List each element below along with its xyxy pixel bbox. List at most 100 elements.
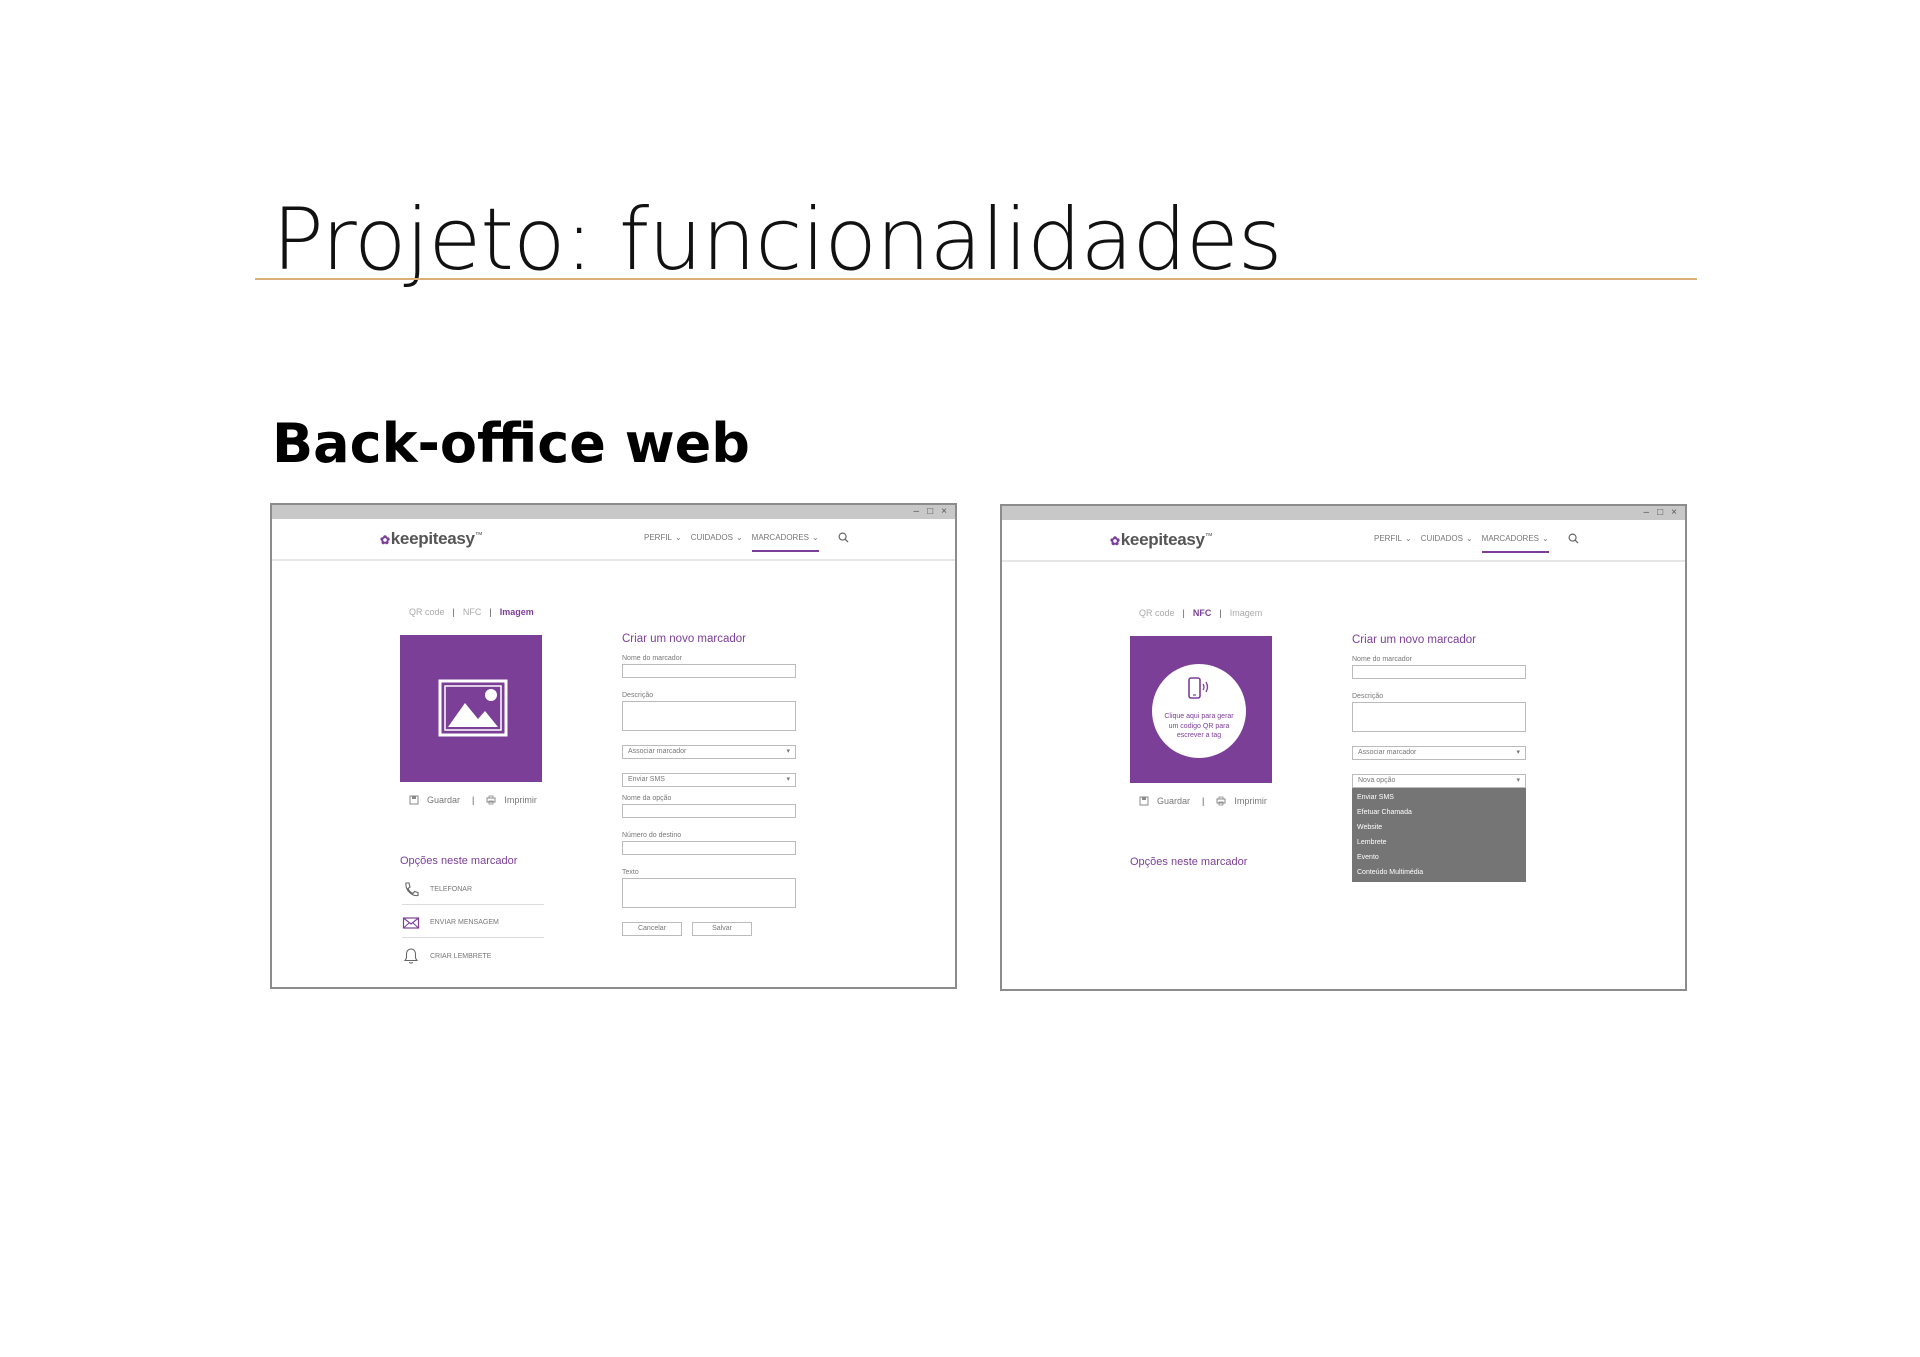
main-menu: PERFIL ⌄ CUIDADOS ⌄ MARCADORES ⌄	[1374, 534, 1549, 553]
close-icon[interactable]: ×	[1671, 506, 1677, 520]
tab-separator: |	[452, 607, 455, 617]
save-button[interactable]: Guardar	[427, 795, 460, 805]
backoffice-window-image: – □ × ✿keepiteasy™ PERFIL ⌄ CUIDADOS ⌄ MAR…	[270, 503, 957, 989]
marker-name-input[interactable]	[622, 664, 796, 678]
image-icon	[438, 679, 508, 737]
text-label: Texto	[622, 869, 639, 876]
marker-type-tabs: QR code | NFC | Imagem	[409, 607, 534, 617]
leaf-icon: ✿	[380, 533, 390, 547]
image-upload-area[interactable]	[400, 635, 542, 782]
maximize-icon[interactable]: □	[1657, 506, 1663, 520]
main-menu: PERFIL ⌄ CUIDADOS ⌄ MARCADORES ⌄	[644, 533, 819, 552]
mail-icon	[402, 916, 420, 929]
print-icon	[486, 795, 496, 805]
options-title: Opções neste marcador	[1130, 856, 1248, 868]
dropdown-option-enviar-sms[interactable]: Enviar SMS	[1352, 790, 1526, 805]
top-navbar: ✿keepiteasy™ PERFIL ⌄ CUIDADOS ⌄ MARCADORE…	[1002, 520, 1685, 562]
name-label: Nome do marcador	[622, 655, 682, 662]
chevron-down-icon: ⌄	[735, 533, 743, 542]
create-marker-form: Criar um novo marcador Nome do marcador …	[622, 633, 802, 936]
nav-item-perfil[interactable]: PERFIL ⌄	[644, 533, 682, 552]
save-icon	[1139, 796, 1149, 806]
window-titlebar: – □ ×	[272, 505, 955, 519]
chevron-down-icon: ▾	[786, 748, 790, 755]
slide-subtitle: Back-office web	[272, 412, 750, 475]
description-input[interactable]	[1352, 702, 1526, 732]
nav-item-cuidados[interactable]: CUIDADOS ⌄	[691, 533, 743, 552]
dropdown-option-efetuar-chamada[interactable]: Efetuar Chamada	[1352, 805, 1526, 820]
marker-name-input[interactable]	[1352, 665, 1526, 679]
tab-qr-code[interactable]: QR code	[1139, 608, 1175, 618]
chevron-down-icon: ▾	[1516, 749, 1520, 756]
tab-imagem[interactable]: Imagem	[500, 607, 534, 617]
action-separator: |	[1202, 796, 1205, 806]
chevron-down-icon: ⌄	[1405, 534, 1412, 543]
save-marker-button[interactable]: Salvar	[692, 922, 752, 936]
description-label: Descrição	[622, 692, 654, 699]
message-text-input[interactable]	[622, 878, 796, 908]
marker-type-tabs: QR code | NFC | Imagem	[1139, 608, 1262, 618]
search-icon[interactable]	[838, 532, 849, 543]
action-type-select[interactable]: Enviar SMS ▾	[622, 773, 796, 787]
window-titlebar: – □ ×	[1002, 506, 1685, 520]
chevron-down-icon: ▾	[1516, 777, 1520, 784]
option-enviar-mensagem[interactable]: ENVIAR MENSAGEM	[402, 908, 544, 938]
save-icon	[409, 795, 419, 805]
description-input[interactable]	[622, 701, 796, 731]
print-button[interactable]: Imprimir	[504, 795, 537, 805]
dropdown-option-evento[interactable]: Evento	[1352, 850, 1526, 865]
create-marker-form: Criar um novo marcador Nome do marcador …	[1352, 634, 1532, 882]
destination-label: Número do destino	[622, 832, 682, 839]
title-divider	[255, 278, 1697, 280]
cancel-button[interactable]: Cancelar	[622, 922, 682, 936]
nfc-generate-button[interactable]: Clique aqui para gerar um codigo QR para…	[1152, 664, 1246, 758]
nav-item-cuidados[interactable]: CUIDADOS ⌄	[1421, 534, 1473, 553]
bell-icon	[404, 948, 418, 964]
chevron-down-icon: ▾	[786, 776, 790, 783]
print-button[interactable]: Imprimir	[1234, 796, 1267, 806]
close-icon[interactable]: ×	[941, 505, 947, 519]
form-title: Criar um novo marcador	[1352, 634, 1476, 646]
app-logo[interactable]: ✿keepiteasy™	[1110, 530, 1213, 550]
nfc-phone-icon	[1188, 677, 1209, 699]
nfc-prompt-text: Clique aqui para gerar um codigo QR para…	[1164, 713, 1234, 739]
nav-item-marcadores[interactable]: MARCADORES ⌄	[751, 533, 819, 552]
option-criar-lembrete[interactable]: CRIAR LEMBRETE	[402, 941, 544, 971]
chevron-down-icon: ⌄	[675, 533, 682, 542]
new-option-select[interactable]: Nova opção ▾	[1352, 774, 1526, 788]
dropdown-menu: Enviar SMS Efetuar Chamada Website Lembr…	[1352, 788, 1526, 882]
top-navbar: ✿keepiteasy™ PERFIL ⌄ CUIDADOS ⌄ MARCADORE…	[272, 519, 955, 561]
slide-title: Projeto: funcionalidades	[272, 190, 1283, 290]
tab-nfc[interactable]: NFC	[1193, 608, 1212, 618]
associate-marker-select[interactable]: Associar marcador ▾	[1352, 746, 1526, 760]
search-icon[interactable]	[1568, 533, 1579, 544]
name-label: Nome do marcador	[1352, 656, 1412, 663]
phone-icon	[405, 881, 419, 896]
chevron-down-icon: ⌄	[1542, 534, 1549, 543]
preview-actions: Guardar | Imprimir	[409, 795, 537, 805]
minimize-icon[interactable]: –	[914, 505, 920, 519]
nav-item-marcadores[interactable]: MARCADORES ⌄	[1481, 534, 1549, 553]
nav-item-perfil[interactable]: PERFIL ⌄	[1374, 534, 1412, 553]
action-separator: |	[472, 795, 475, 805]
dropdown-option-website[interactable]: Website	[1352, 820, 1526, 835]
option-telefonar[interactable]: TELEFONAR	[402, 875, 544, 905]
tab-nfc[interactable]: NFC	[463, 607, 482, 617]
chevron-down-icon: ⌄	[1465, 534, 1473, 543]
tab-qr-code[interactable]: QR code	[409, 607, 445, 617]
save-button[interactable]: Guardar	[1157, 796, 1190, 806]
dropdown-option-conteudo-multimedia[interactable]: Conteúdo Multimédia	[1352, 865, 1526, 880]
option-name-label: Nome da opção	[622, 795, 672, 802]
leaf-icon: ✿	[1110, 534, 1120, 548]
dropdown-option-lembrete[interactable]: Lembrete	[1352, 835, 1526, 850]
app-logo[interactable]: ✿keepiteasy™	[380, 529, 483, 549]
maximize-icon[interactable]: □	[927, 505, 933, 519]
tab-imagem[interactable]: Imagem	[1230, 608, 1263, 618]
option-name-input[interactable]	[622, 804, 796, 818]
minimize-icon[interactable]: –	[1644, 506, 1650, 520]
tab-separator: |	[1182, 608, 1185, 618]
destination-number-input[interactable]	[622, 841, 796, 855]
new-option-dropdown: Nova opção ▾ Enviar SMS Efetuar Chamada W…	[1352, 774, 1526, 882]
associate-marker-select[interactable]: Associar marcador ▾	[622, 745, 796, 759]
options-title: Opções neste marcador	[400, 855, 518, 867]
